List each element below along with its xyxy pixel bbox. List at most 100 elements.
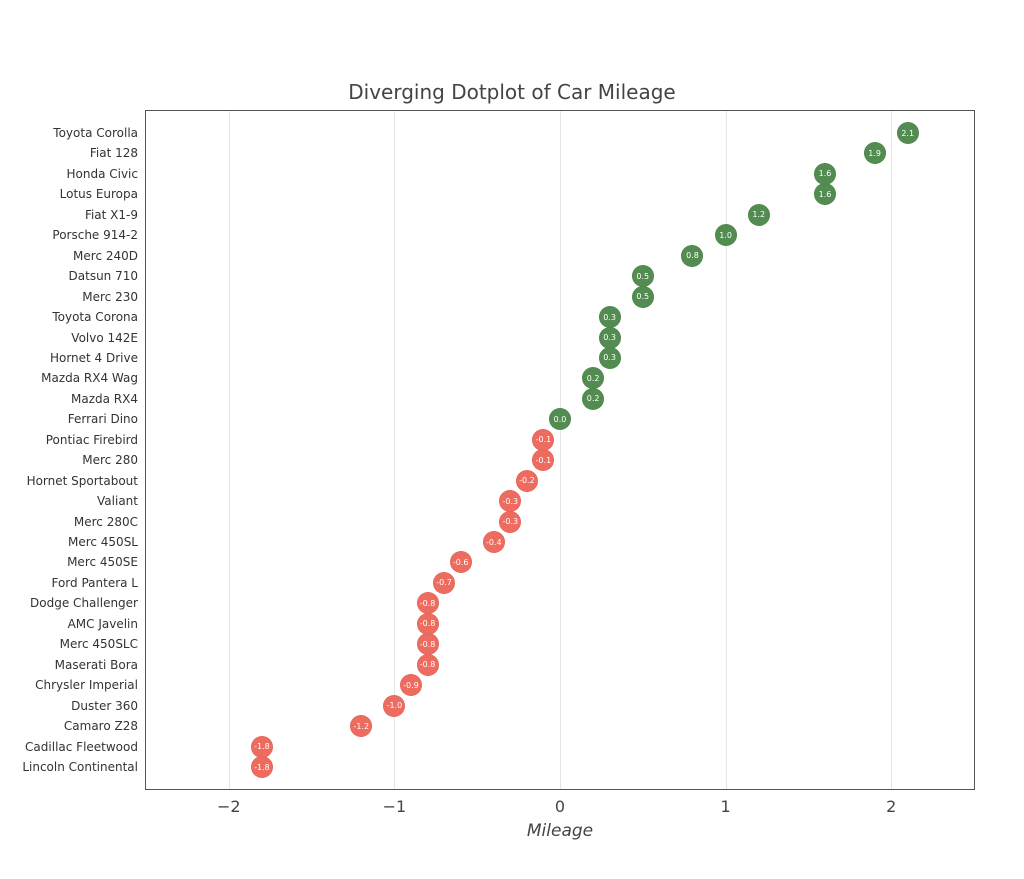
y-tick-label: Merc 450SE: [67, 555, 146, 569]
data-point: -0.8: [417, 592, 439, 614]
data-row: Ferrari Dino0.0: [146, 409, 974, 429]
data-point: 0.5: [632, 265, 654, 287]
data-row: Pontiac Firebird-0.1: [146, 430, 974, 450]
data-point: 1.9: [864, 142, 886, 164]
y-tick-label: Hornet 4 Drive: [50, 351, 146, 365]
data-row: Toyota Corona0.3: [146, 307, 974, 327]
data-point: -1.0: [383, 695, 405, 717]
data-row: Hornet 4 Drive0.3: [146, 348, 974, 368]
data-point: -0.2: [516, 470, 538, 492]
data-point: -0.3: [499, 490, 521, 512]
data-point: -0.1: [532, 429, 554, 451]
chart-title: Diverging Dotplot of Car Mileage: [0, 80, 1024, 104]
data-point: 0.2: [582, 388, 604, 410]
data-point: -1.8: [251, 736, 273, 758]
y-tick-label: Merc 230: [82, 290, 146, 304]
y-tick-label: Valiant: [97, 494, 146, 508]
data-row: Valiant-0.3: [146, 491, 974, 511]
data-point: 0.3: [599, 327, 621, 349]
data-row: Lincoln Continental-1.8: [146, 757, 974, 777]
data-row: Mazda RX4 Wag0.2: [146, 368, 974, 388]
data-point: 0.3: [599, 306, 621, 328]
y-tick-label: Porsche 914-2: [52, 228, 146, 242]
data-row: Merc 450SLC-0.8: [146, 634, 974, 654]
data-row: Merc 2300.5: [146, 287, 974, 307]
y-tick-label: Chrysler Imperial: [35, 678, 146, 692]
data-point: 0.8: [681, 245, 703, 267]
data-row: Lotus Europa1.6: [146, 184, 974, 204]
data-row: Merc 280C-0.3: [146, 512, 974, 532]
data-point: -1.2: [350, 715, 372, 737]
x-tick-label: −2: [217, 797, 241, 816]
data-point: -0.6: [450, 551, 472, 573]
x-tick-label: 0: [555, 797, 565, 816]
data-row: Merc 450SL-0.4: [146, 532, 974, 552]
y-tick-label: Datsun 710: [69, 269, 146, 283]
y-tick-label: Ford Pantera L: [51, 576, 146, 590]
data-row: AMC Javelin-0.8: [146, 614, 974, 634]
data-row: Camaro Z28-1.2: [146, 716, 974, 736]
data-point: -0.8: [417, 613, 439, 635]
data-point: -0.8: [417, 633, 439, 655]
data-row: Porsche 914-21.0: [146, 225, 974, 245]
data-point: -0.7: [433, 572, 455, 594]
data-row: Ford Pantera L-0.7: [146, 573, 974, 593]
data-row: Fiat 1281.9: [146, 143, 974, 163]
data-point: 0.0: [549, 408, 571, 430]
y-tick-label: Fiat 128: [90, 146, 146, 160]
y-tick-label: Merc 280C: [74, 515, 146, 529]
y-tick-label: Hornet Sportabout: [27, 474, 146, 488]
data-row: Datsun 7100.5: [146, 266, 974, 286]
data-row: Chrysler Imperial-0.9: [146, 675, 974, 695]
y-tick-label: Ferrari Dino: [68, 412, 146, 426]
y-tick-label: Toyota Corona: [52, 310, 146, 324]
y-tick-label: Toyota Corolla: [53, 126, 146, 140]
x-tick-label: 1: [721, 797, 731, 816]
data-row: Toyota Corolla2.1: [146, 123, 974, 143]
y-tick-label: Mazda RX4: [71, 392, 146, 406]
plot-area: Mileage −2−1012Lincoln Continental-1.8Ca…: [145, 110, 975, 790]
y-tick-label: Merc 280: [82, 453, 146, 467]
data-point: 1.6: [814, 163, 836, 185]
data-point: 0.3: [599, 347, 621, 369]
y-tick-label: Lotus Europa: [60, 187, 146, 201]
data-row: Merc 240D0.8: [146, 246, 974, 266]
data-row: Mazda RX40.2: [146, 389, 974, 409]
data-point: -0.4: [483, 531, 505, 553]
y-tick-label: Camaro Z28: [64, 719, 146, 733]
y-tick-label: Dodge Challenger: [30, 596, 146, 610]
data-point: 1.0: [715, 224, 737, 246]
data-row: Duster 360-1.0: [146, 696, 974, 716]
y-tick-label: Honda Civic: [66, 167, 146, 181]
data-point: -0.8: [417, 654, 439, 676]
data-row: Volvo 142E0.3: [146, 328, 974, 348]
data-row: Honda Civic1.6: [146, 164, 974, 184]
data-row: Maserati Bora-0.8: [146, 655, 974, 675]
data-row: Cadillac Fleetwood-1.8: [146, 737, 974, 757]
data-row: Dodge Challenger-0.8: [146, 593, 974, 613]
y-tick-label: Maserati Bora: [55, 658, 146, 672]
y-tick-label: Duster 360: [71, 699, 146, 713]
data-row: Fiat X1-91.2: [146, 205, 974, 225]
y-tick-label: Volvo 142E: [71, 331, 146, 345]
y-tick-label: Cadillac Fleetwood: [25, 740, 146, 754]
data-row: Merc 450SE-0.6: [146, 552, 974, 572]
chart-container: Diverging Dotplot of Car Mileage Mileage…: [0, 0, 1024, 879]
data-point: 0.2: [582, 367, 604, 389]
data-point: -0.3: [499, 511, 521, 533]
y-tick-label: Lincoln Continental: [22, 760, 146, 774]
x-axis-label: Mileage: [527, 821, 593, 841]
y-tick-label: Merc 450SLC: [60, 637, 146, 651]
y-tick-label: Pontiac Firebird: [46, 433, 146, 447]
y-tick-label: Mazda RX4 Wag: [41, 371, 146, 385]
data-row: Merc 280-0.1: [146, 450, 974, 470]
y-tick-label: Fiat X1-9: [85, 208, 146, 222]
data-point: 0.5: [632, 286, 654, 308]
data-point: 1.6: [814, 183, 836, 205]
y-tick-label: Merc 450SL: [68, 535, 146, 549]
data-point: 1.2: [748, 204, 770, 226]
data-row: Hornet Sportabout-0.2: [146, 471, 974, 491]
data-point: 2.1: [897, 122, 919, 144]
x-tick-label: 2: [886, 797, 896, 816]
data-point: -0.9: [400, 674, 422, 696]
